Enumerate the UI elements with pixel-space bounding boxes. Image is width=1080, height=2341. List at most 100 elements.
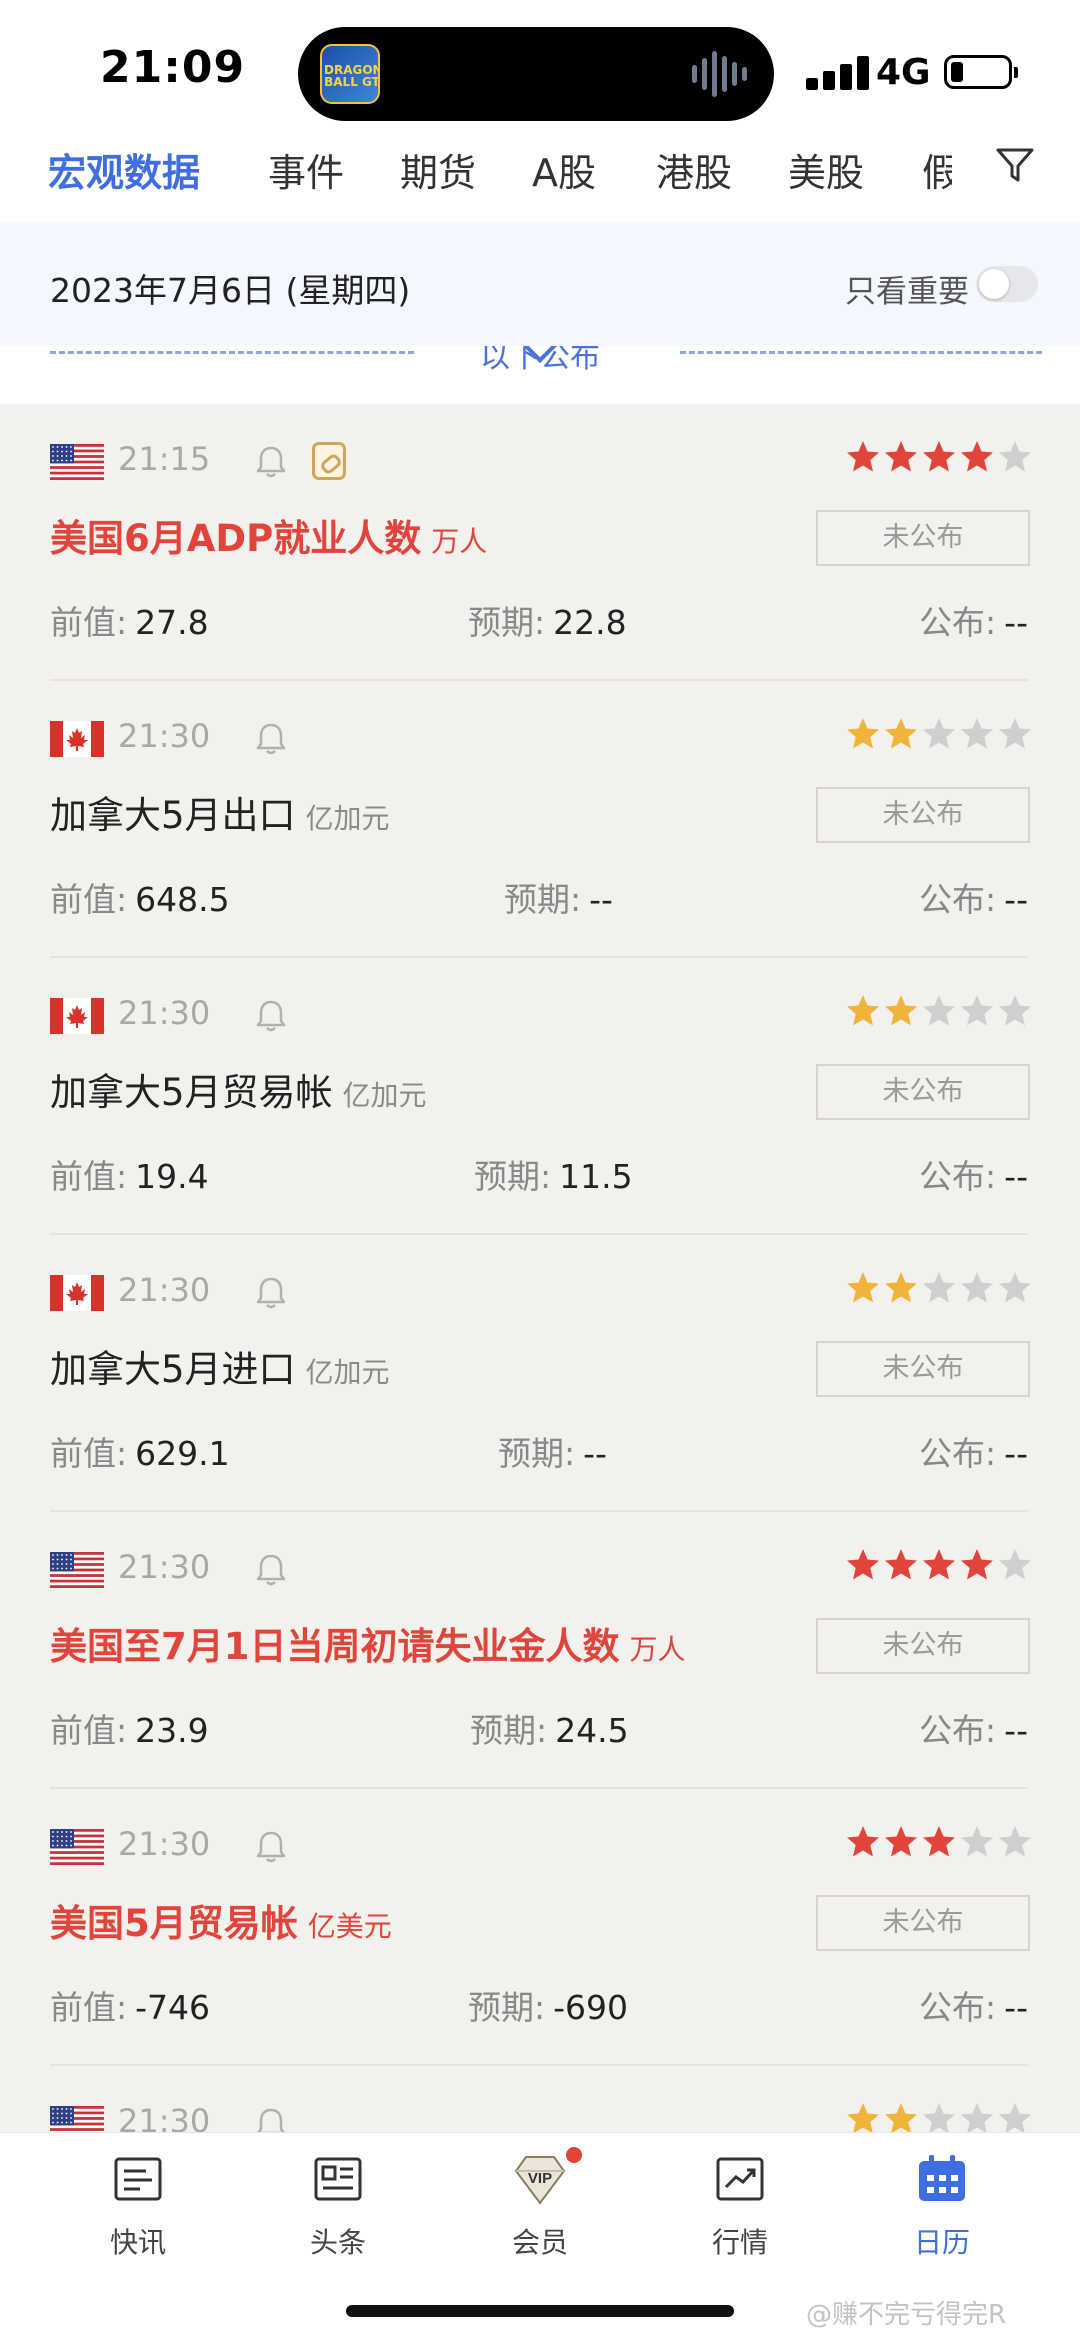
bell-icon[interactable] [254, 721, 288, 757]
nav-headlines[interactable]: 头条 [268, 2151, 408, 2261]
audio-wave-icon [692, 49, 752, 99]
event-row[interactable]: 21:30 [0, 2066, 1080, 2132]
pending-status-button[interactable]: 未公布 [816, 1618, 1030, 1674]
canada-flag-icon [50, 1275, 104, 1311]
tab-us-stocks[interactable]: 美股 [788, 142, 864, 197]
previous-number: 648.5 [135, 880, 230, 919]
star-icon [923, 2103, 955, 2132]
star-icon [885, 1549, 917, 1580]
svg-text:VIP: VIP [528, 2170, 552, 2187]
link-icon[interactable] [312, 442, 346, 480]
event-row[interactable]: 21:30 美国至7月1日当周初请失业金人数 万人 未公布 前值: 23.9 预期: 24.5… [0, 1512, 1080, 1789]
forecast-value: 预期: -- [504, 873, 613, 921]
filter-icon[interactable] [994, 144, 1036, 186]
signal-icon [806, 56, 872, 90]
tab-a-shares[interactable]: A股 [532, 142, 596, 197]
bell-icon[interactable] [254, 1829, 288, 1865]
released-divider[interactable]: 以下公布 [0, 346, 1080, 404]
event-time: 21:30 [118, 1548, 211, 1586]
nav-news-flash[interactable]: 快讯 [68, 2151, 208, 2261]
forecast-label: 预期: [474, 1157, 552, 1196]
actual-label: 公布: [919, 1988, 997, 2027]
importance-stars [846, 440, 1036, 480]
nav-label: 会员 [511, 2226, 568, 2259]
star-icon [885, 441, 917, 472]
headline-icon [314, 2157, 362, 2201]
pending-status-button[interactable]: 未公布 [816, 1341, 1030, 1397]
event-title-text: 美国至7月1日当周初请失业金人数 [50, 1625, 620, 1668]
event-row[interactable]: 21:30 加拿大5月进口 亿加元 未公布 前值: 629.1 预期: -- 公布: -- [0, 1235, 1080, 1512]
star-icon [923, 1826, 955, 1857]
tab-macro-data[interactable]: 宏观数据 [48, 142, 200, 197]
bell-icon[interactable] [254, 1275, 288, 1311]
market-chart-icon [716, 2157, 764, 2201]
importance-stars [846, 994, 1036, 1034]
tab-holidays[interactable]: 假 [922, 142, 952, 197]
tab-futures[interactable]: 期货 [400, 142, 476, 197]
important-only-toggle[interactable] [976, 266, 1038, 302]
actual-value: 公布: -- [919, 1981, 1028, 2029]
forecast-number: -- [589, 880, 613, 919]
pending-status-button[interactable]: 未公布 [816, 1064, 1030, 1120]
event-title: 加拿大5月出口 亿加元 [50, 785, 390, 839]
previous-label: 前值: [50, 1434, 128, 1473]
star-icon [923, 995, 955, 1026]
home-indicator[interactable] [346, 2305, 734, 2317]
importance-stars [846, 1825, 1036, 1865]
us-flag-icon [50, 444, 104, 480]
actual-value: 公布: -- [919, 873, 1028, 921]
star-icon [847, 2103, 879, 2132]
star-icon [923, 1549, 955, 1580]
event-row[interactable]: 21:30 加拿大5月出口 亿加元 未公布 前值: 648.5 预期: -- 公布: -- [0, 681, 1080, 958]
star-icon [961, 718, 993, 749]
event-title-text: 美国6月ADP就业人数 [50, 517, 422, 560]
event-time: 21:30 [118, 1825, 211, 1863]
importance-stars [846, 2102, 1036, 2132]
nav-vip[interactable]: VIP 会员 [470, 2147, 610, 2261]
network-type: 4G [876, 52, 931, 93]
event-title-text: 加拿大5月进口 [50, 1348, 296, 1391]
forecast-value: 预期: 24.5 [470, 1704, 629, 1752]
bell-icon[interactable] [254, 2106, 288, 2132]
island-app-icon: DRAGON BALL GT [320, 44, 380, 104]
star-icon [961, 2103, 993, 2132]
actual-value: 公布: -- [919, 1704, 1028, 1752]
nav-calendar[interactable]: 日历 [872, 2151, 1012, 2261]
forecast-number: 24.5 [555, 1711, 629, 1750]
event-row[interactable]: 21:30 加拿大5月贸易帐 亿加元 未公布 前值: 19.4 预期: 11.5 公布: -- [0, 958, 1080, 1235]
star-icon [847, 1826, 879, 1857]
divider-line-left [50, 351, 414, 354]
actual-number: -- [1004, 1434, 1028, 1473]
forecast-label: 预期: [504, 880, 582, 919]
star-icon [961, 1826, 993, 1857]
event-row[interactable]: 21:30 美国5月贸易帐 亿美元 未公布 前值: -746 预期: -690 公布: -- [0, 1789, 1080, 2066]
us-flag-icon [50, 1829, 104, 1865]
pending-status-button[interactable]: 未公布 [816, 510, 1030, 566]
nav-market[interactable]: 行情 [670, 2151, 810, 2261]
previous-label: 前值: [50, 603, 128, 642]
pending-status-button[interactable]: 未公布 [816, 1895, 1030, 1951]
star-icon [885, 2103, 917, 2132]
bell-icon[interactable] [254, 1552, 288, 1588]
star-icon [885, 995, 917, 1026]
previous-number: 23.9 [135, 1711, 209, 1750]
actual-label: 公布: [919, 1157, 997, 1196]
previous-value: 前值: 23.9 [50, 1704, 209, 1752]
star-icon [999, 1549, 1031, 1580]
actual-label: 公布: [919, 880, 997, 919]
event-unit: 亿加元 [305, 802, 390, 835]
forecast-number: 22.8 [553, 603, 627, 642]
forecast-label: 预期: [468, 603, 546, 642]
star-icon [999, 441, 1031, 472]
bell-icon[interactable] [254, 998, 288, 1034]
canada-flag-icon [50, 998, 104, 1034]
event-time: 21:30 [118, 717, 211, 755]
clock: 21:09 [100, 42, 246, 93]
pending-status-button[interactable]: 未公布 [816, 787, 1030, 843]
tab-events[interactable]: 事件 [268, 142, 344, 197]
tab-hk-stocks[interactable]: 港股 [656, 142, 732, 197]
dynamic-island: DRAGON BALL GT [298, 27, 774, 121]
bell-icon[interactable] [254, 444, 288, 480]
event-row[interactable]: 21:15 美国6月ADP就业人数 万人 未公布 前值: 27.8 预期: 22.8 公布: -- [0, 404, 1080, 681]
canada-flag-icon [50, 721, 104, 757]
